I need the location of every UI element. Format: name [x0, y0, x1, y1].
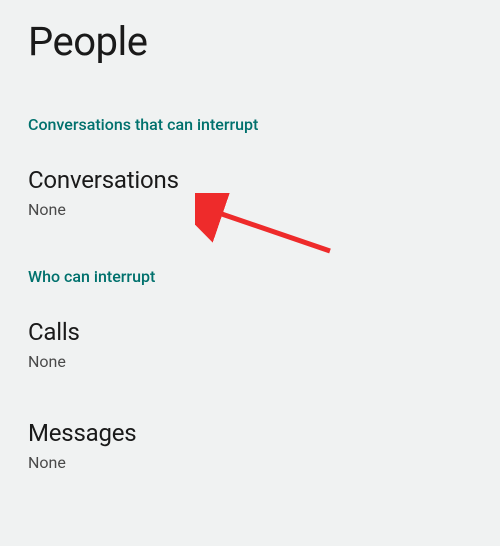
setting-item-calls[interactable]: Calls None — [28, 318, 472, 419]
setting-title: Conversations — [28, 166, 472, 200]
section-label-conversations: Conversations that can interrupt — [28, 115, 472, 166]
page-title: People — [28, 0, 472, 115]
setting-item-conversations[interactable]: Conversations None — [28, 166, 472, 267]
setting-value: None — [28, 352, 472, 371]
setting-value: None — [28, 453, 472, 472]
setting-value: None — [28, 200, 472, 219]
setting-item-messages[interactable]: Messages None — [28, 419, 472, 520]
setting-title: Calls — [28, 318, 472, 352]
settings-page: People Conversations that can interrupt … — [0, 0, 500, 520]
section-label-interrupt: Who can interrupt — [28, 267, 472, 318]
setting-title: Messages — [28, 419, 472, 453]
